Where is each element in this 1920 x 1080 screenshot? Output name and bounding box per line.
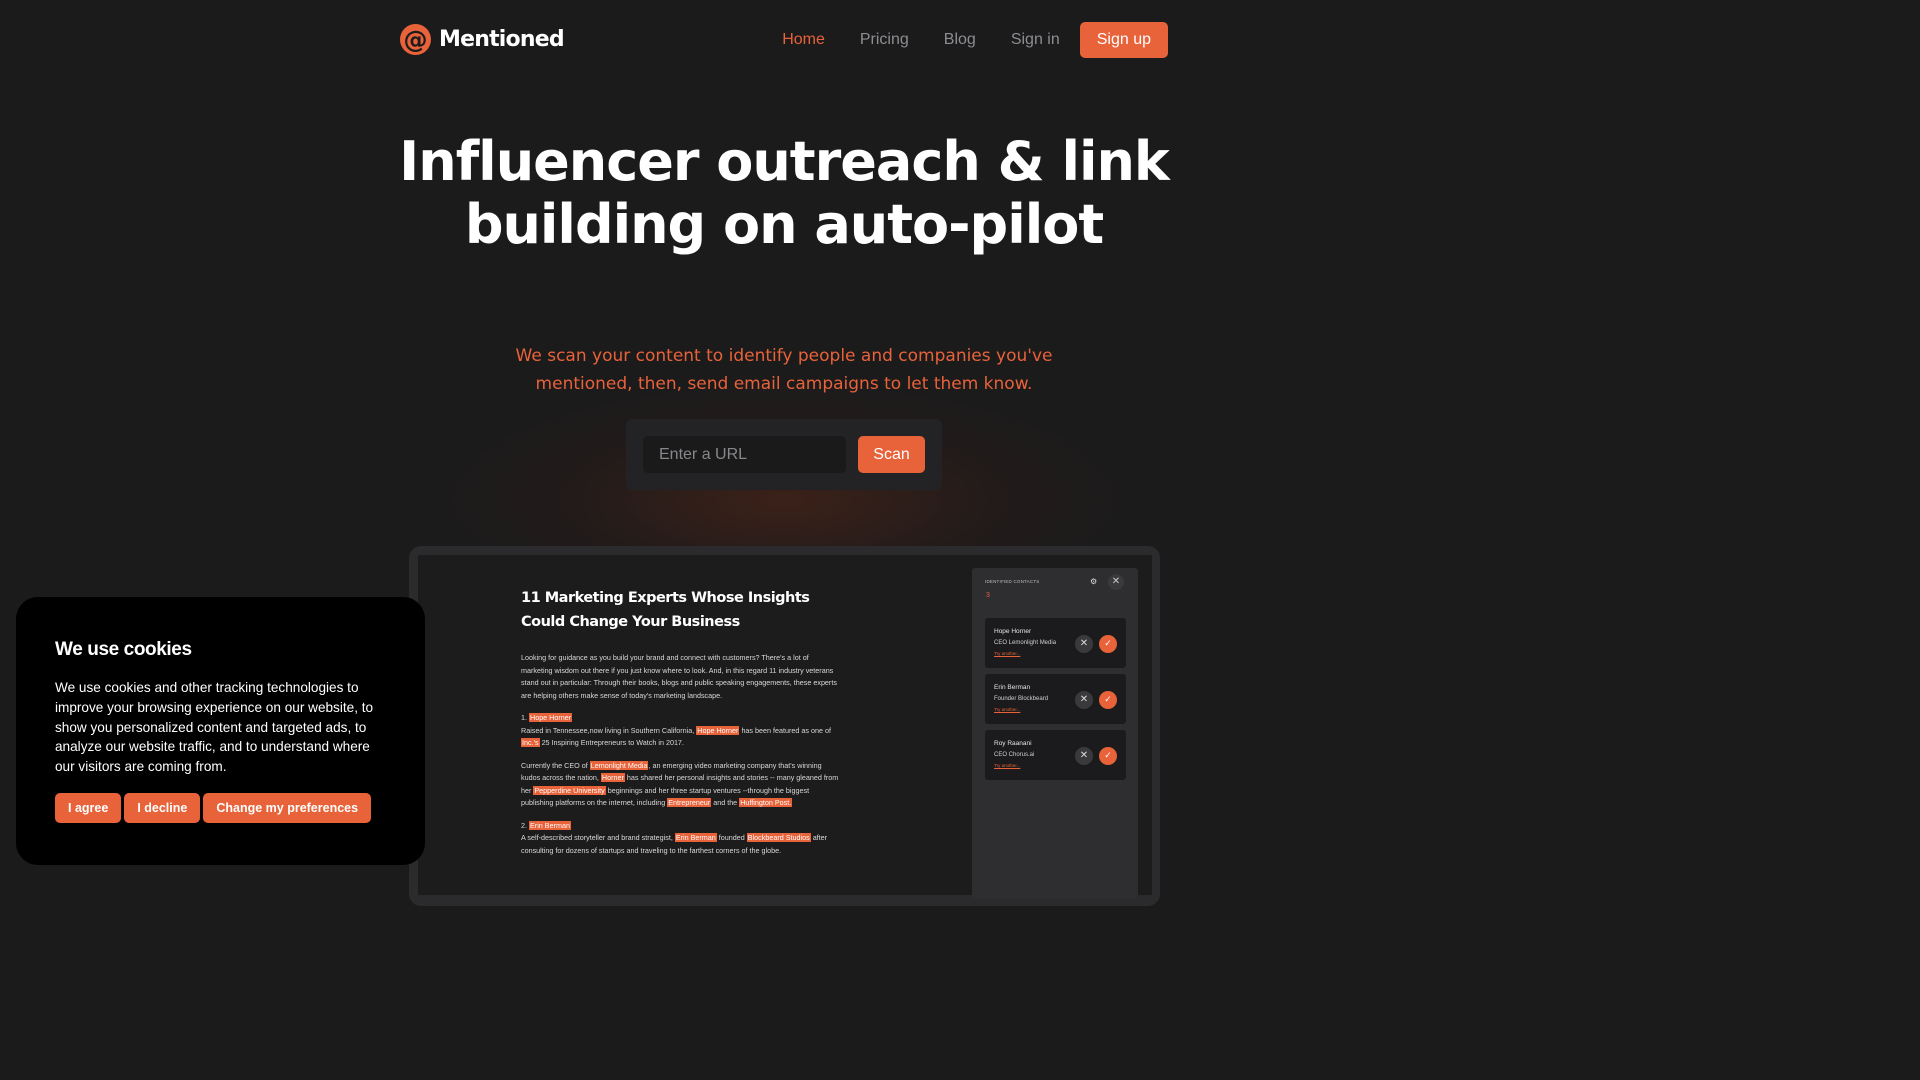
article-text: has been featured as one of — [741, 725, 831, 735]
mention-highlight: Blockbeard Studios — [746, 833, 811, 842]
reject-icon[interactable]: ✕ — [1075, 747, 1093, 765]
mention-highlight: Erin Berman — [529, 820, 571, 830]
article-section-1: 1. Hope Horner Raised in Tennessee,now l… — [521, 712, 841, 750]
nav-blog[interactable]: Blog — [944, 31, 976, 49]
preferences-button[interactable]: Change my preferences — [203, 793, 372, 823]
contacts-count: 3 — [986, 592, 990, 599]
scan-button[interactable]: Scan — [858, 436, 925, 473]
nav-pricing[interactable]: Pricing — [860, 31, 909, 49]
section-number: 2. — [521, 820, 527, 830]
sign-up-button[interactable]: Sign up — [1079, 22, 1168, 58]
cookie-text: We use cookies and other tracking techno… — [55, 680, 374, 775]
mention-highlight: Horner — [600, 773, 625, 782]
article-text: Raised in Tennessee,now living in Southe… — [521, 725, 695, 735]
url-input[interactable] — [643, 436, 846, 473]
cookie-title: We use cookies — [55, 639, 192, 660]
article-text: Currently the CEO of — [521, 760, 588, 770]
contact-card: Roy Raanani CEO Chorus.ai Try another...… — [985, 730, 1126, 780]
contact-name: Erin Berman — [994, 684, 1031, 691]
check-icon[interactable]: ✓ — [1099, 635, 1117, 653]
nav-sign-in[interactable]: Sign in — [1011, 31, 1060, 49]
mention-highlight: Hope Horner — [529, 713, 573, 722]
mention-highlight: Huffington Post. — [739, 798, 793, 807]
panel-heading: IDENTIFIED CONTACTS — [985, 579, 1040, 584]
brand-name: Mentioned — [439, 27, 565, 52]
decline-button[interactable]: I decline — [124, 793, 201, 823]
reject-icon[interactable]: ✕ — [1075, 691, 1093, 709]
gear-icon[interactable]: ⚙ — [1090, 577, 1097, 586]
mention-highlight: Pepperdine University — [533, 785, 606, 795]
agree-button[interactable]: I agree — [55, 793, 122, 823]
section-number: 1. — [521, 713, 527, 722]
mention-highlight: Hope Horner — [696, 725, 740, 735]
reject-icon[interactable]: ✕ — [1075, 635, 1093, 653]
try-another-link[interactable]: Try another... — [994, 651, 1020, 656]
article-intro: Looking for guidance as you build your b… — [521, 653, 837, 700]
article-section-2: Currently the CEO of Lemonlight Media, a… — [521, 760, 841, 810]
check-icon[interactable]: ✓ — [1099, 691, 1117, 709]
article-text: A self-described storyteller and brand s… — [521, 833, 673, 842]
contact-role: CEO Chorus.ai — [994, 752, 1035, 758]
mention-highlight: Erin Berman — [674, 833, 717, 842]
hero-title: Influencer outreach & link building on a… — [399, 130, 1170, 256]
contact-role: CEO Lemonlight Media — [994, 640, 1057, 646]
nav-home[interactable]: Home — [782, 31, 825, 49]
article-text: 25 Inspiring Entrepreneurs to Watch in 2… — [541, 738, 684, 747]
contact-card: Hope Horner CEO Lemonlight Media Try ano… — [985, 618, 1126, 668]
article-text: founded — [718, 833, 745, 842]
article-section-3: 2. Erin Berman A self-described storytel… — [521, 820, 841, 858]
contact-role: Founder Blockbeard — [994, 696, 1049, 702]
try-another-link[interactable]: Try another... — [994, 707, 1020, 712]
mention-highlight: Lemonlight Media — [589, 760, 649, 770]
at-sign-icon: @ — [400, 24, 431, 55]
hero-subtitle: We scan your content to identify people … — [515, 346, 1053, 394]
check-icon[interactable]: ✓ — [1099, 747, 1117, 765]
contact-card: Erin Berman Founder Blockbeard Try anoth… — [985, 674, 1126, 724]
contacts-panel: IDENTIFIED CONTACTS 3 ⚙ ✕ Hope Horner CE… — [972, 568, 1138, 898]
logo[interactable]: @ Mentioned — [400, 24, 565, 55]
article-title: 11 Marketing Experts Whose Insights Coul… — [521, 590, 810, 630]
demo-article: 11 Marketing Experts Whose Insights Coul… — [521, 586, 841, 857]
cookie-banner: We use cookies We use cookies and other … — [16, 597, 425, 865]
contact-name: Hope Horner — [994, 628, 1032, 635]
main-nav: Home Pricing Blog Sign in Sign up — [782, 22, 1168, 58]
close-icon[interactable]: ✕ — [1108, 574, 1124, 590]
try-another-link[interactable]: Try another... — [994, 763, 1020, 768]
mention-highlight: Inc.'s — [521, 738, 540, 747]
mention-highlight: Entrepreneur — [667, 798, 712, 807]
article-text: and the — [713, 798, 738, 807]
contact-name: Roy Raanani — [994, 740, 1032, 747]
cookie-actions: I agree I decline Change my preferences — [55, 793, 372, 823]
